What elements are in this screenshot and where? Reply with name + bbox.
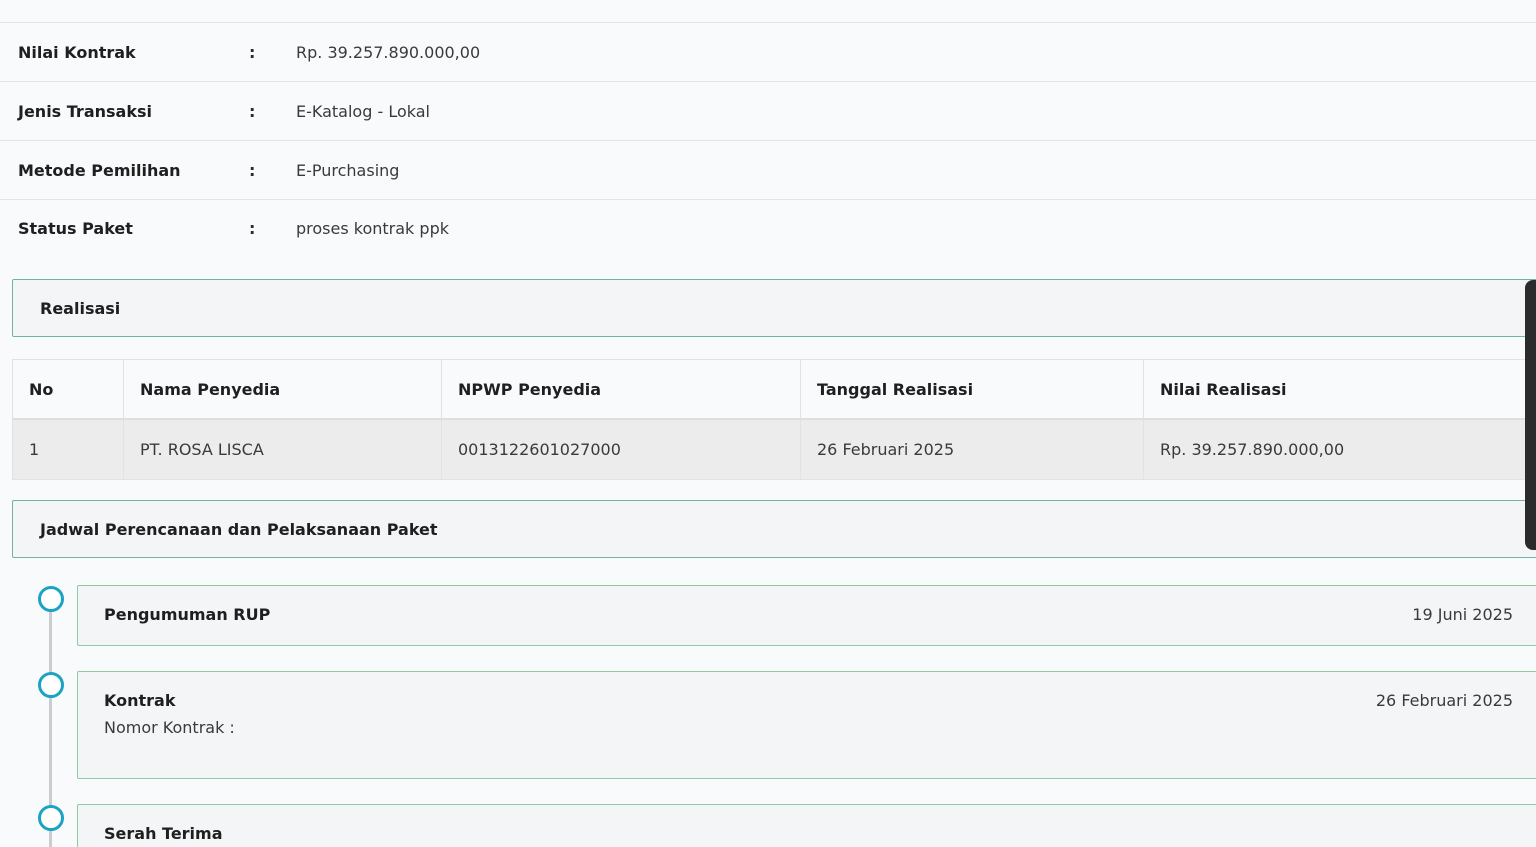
cell-no: 1 (12, 418, 124, 480)
detail-label: Metode Pemilihan (18, 161, 181, 180)
timeline-item-kontrak: Kontrak 26 Februari 2025 Nomor Kontrak : (77, 671, 1536, 779)
cell-npwp-penyedia: 0013122601027000 (441, 418, 801, 480)
cell-tanggal-realisasi: 26 Februari 2025 (800, 418, 1144, 480)
realisasi-table-wrap: No Nama Penyedia NPWP Penyedia Tanggal R… (12, 359, 1536, 480)
detail-colon: : (249, 43, 256, 62)
scrollbar-thumb[interactable] (1525, 280, 1536, 550)
column-header-nilai-realisasi: Nilai Realisasi (1143, 359, 1536, 420)
detail-value: proses kontrak ppk (296, 219, 449, 238)
timeline-item-date: 26 Februari 2025 (1375, 691, 1513, 710)
detail-value: E-Purchasing (296, 161, 400, 180)
detail-row-metode-pemilihan: Metode Pemilihan : E-Purchasing (0, 141, 1536, 200)
detail-label: Status Paket (18, 219, 133, 238)
section-title: Jadwal Perencanaan dan Pelaksanaan Paket (40, 520, 438, 539)
timeline-dot-icon (38, 672, 64, 698)
detail-row-jenis-transaksi: Jenis Transaksi : E-Katalog - Lokal (0, 82, 1536, 141)
detail-colon: : (249, 161, 256, 180)
detail-colon: : (249, 219, 256, 238)
detail-value: Rp. 39.257.890.000,00 (296, 43, 481, 62)
timeline-dot-icon (38, 805, 64, 831)
timeline-item-nomor-kontrak: Nomor Kontrak : (104, 718, 235, 737)
column-header-npwp-penyedia: NPWP Penyedia (441, 359, 801, 420)
timeline-dot-icon (38, 586, 64, 612)
cell-nilai-realisasi: Rp. 39.257.890.000,00 (1143, 418, 1536, 480)
detail-value: E-Katalog - Lokal (296, 102, 430, 121)
timeline-item-title: Kontrak (104, 691, 176, 710)
realisasi-table: No Nama Penyedia NPWP Penyedia Tanggal R… (12, 359, 1536, 480)
realisasi-section-header[interactable]: Realisasi (12, 279, 1536, 337)
column-header-nama-penyedia: Nama Penyedia (123, 359, 442, 420)
package-detail-page: Nilai Kontrak : Rp. 39.257.890.000,00 Je… (0, 0, 1536, 847)
column-header-tanggal-realisasi: Tanggal Realisasi (800, 359, 1144, 420)
timeline-item-serah-terima: Serah Terima (77, 804, 1536, 847)
timeline-item-date: 19 Juni 2025 (1412, 605, 1513, 624)
timeline-item-title: Pengumuman RUP (104, 605, 271, 624)
cell-nama-penyedia: PT. ROSA LISCA (123, 418, 442, 480)
detail-row-nilai-kontrak: Nilai Kontrak : Rp. 39.257.890.000,00 (0, 23, 1536, 82)
table-row: 1 PT. ROSA LISCA 0013122601027000 26 Feb… (12, 418, 1536, 480)
detail-label: Jenis Transaksi (18, 102, 152, 121)
detail-colon: : (249, 102, 256, 121)
detail-label: Nilai Kontrak (18, 43, 136, 62)
table-header-row: No Nama Penyedia NPWP Penyedia Tanggal R… (12, 359, 1536, 420)
detail-row-status-paket: Status Paket : proses kontrak ppk (0, 199, 1536, 257)
section-title: Realisasi (40, 299, 121, 318)
jadwal-section-header[interactable]: Jadwal Perencanaan dan Pelaksanaan Paket (12, 500, 1536, 558)
column-header-no: No (12, 359, 124, 420)
timeline-item-title: Serah Terima (104, 824, 223, 843)
timeline-item-pengumuman-rup: Pengumuman RUP 19 Juni 2025 (77, 585, 1536, 646)
